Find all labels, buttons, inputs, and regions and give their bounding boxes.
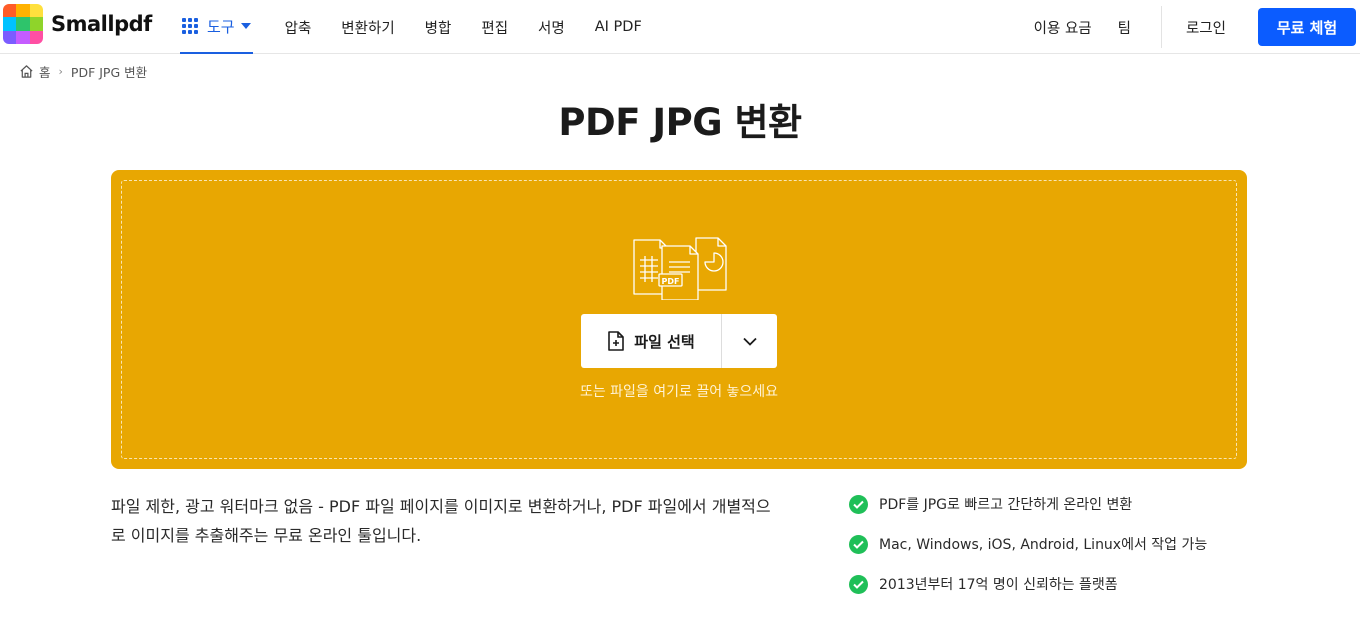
file-drop-zone[interactable]: PDF 파일 선택 또는 파일을 여기로 끌어 놓으세요 <box>111 170 1247 469</box>
feature-text: Mac, Windows, iOS, Android, Linux에서 작업 가… <box>879 537 1208 553</box>
grid-icon <box>182 18 198 34</box>
top-header: Smallpdf 도구 압축 변환하기 병합 편집 서명 AI PDF 이용 요… <box>0 0 1360 54</box>
breadcrumb: 홈 › PDF JPG 변환 <box>19 62 147 81</box>
nav-link-edit[interactable]: 편집 <box>481 17 508 38</box>
team-link[interactable]: 팀 <box>1118 17 1131 38</box>
tools-menu-button[interactable]: 도구 <box>180 0 253 54</box>
feature-list: PDF를 JPG로 빠르고 간단하게 온라인 변환 Mac, Windows, … <box>849 494 1207 614</box>
chevron-down-icon <box>742 337 757 346</box>
caret-down-icon <box>240 23 251 29</box>
nav-link-sign[interactable]: 서명 <box>538 17 565 38</box>
drop-hint: 또는 파일을 여기로 끌어 놓으세요 <box>579 384 779 400</box>
documents-illustration-icon <box>633 237 727 300</box>
check-circle-icon <box>849 534 868 554</box>
nav-link-compress[interactable]: 압축 <box>285 17 312 38</box>
choose-file-control: 파일 선택 <box>581 314 777 368</box>
feature-text: 2013년부터 17억 명이 신뢰하는 플랫폼 <box>879 577 1118 593</box>
nav-link-merge[interactable]: 병합 <box>425 17 452 38</box>
home-icon <box>20 65 33 78</box>
header-divider <box>1160 6 1162 48</box>
file-source-dropdown[interactable] <box>722 337 777 346</box>
choose-file-button[interactable]: 파일 선택 <box>581 314 722 368</box>
main-nav: 도구 압축 변환하기 병합 편집 서명 AI PDF <box>180 0 642 54</box>
drop-zone-border: PDF 파일 선택 또는 파일을 여기로 끌어 놓으세요 <box>121 180 1237 459</box>
pricing-link[interactable]: 이용 요금 <box>1034 17 1092 38</box>
breadcrumb-home[interactable]: 홈 <box>39 62 51 81</box>
smallpdf-logo[interactable]: Smallpdf <box>3 4 152 44</box>
breadcrumb-current: PDF JPG 변환 <box>70 65 148 80</box>
page-title: PDF JPG 변환 <box>558 101 802 144</box>
feature-item: PDF를 JPG로 빠르고 간단하게 온라인 변환 <box>849 494 1207 514</box>
header-actions: 이용 요금 팀 로그인 무료 체험 <box>1034 0 1360 54</box>
free-trial-button[interactable]: 무료 체험 <box>1258 8 1356 46</box>
logo-mark-icon <box>3 4 43 44</box>
breadcrumb-separator: › <box>58 65 63 78</box>
nav-link-convert[interactable]: 변환하기 <box>341 17 394 38</box>
tools-label: 도구 <box>207 17 235 36</box>
tool-description: 파일 제한, 광고 워터마크 없음 - PDF 파일 페이지를 이미지로 변환하… <box>111 497 771 545</box>
choose-file-label: 파일 선택 <box>634 332 695 351</box>
file-add-icon <box>608 331 625 351</box>
login-link[interactable]: 로그인 <box>1186 17 1226 38</box>
nav-link-ai-pdf[interactable]: AI PDF <box>595 19 642 35</box>
feature-text: PDF를 JPG로 빠르고 간단하게 온라인 변환 <box>879 497 1133 513</box>
check-circle-icon <box>849 494 868 514</box>
pdf-badge: PDF <box>661 277 680 286</box>
feature-item: Mac, Windows, iOS, Android, Linux에서 작업 가… <box>849 534 1207 554</box>
feature-item: 2013년부터 17억 명이 신뢰하는 플랫폼 <box>849 574 1207 594</box>
brand-name: Smallpdf <box>51 12 152 36</box>
check-circle-icon <box>849 574 868 594</box>
